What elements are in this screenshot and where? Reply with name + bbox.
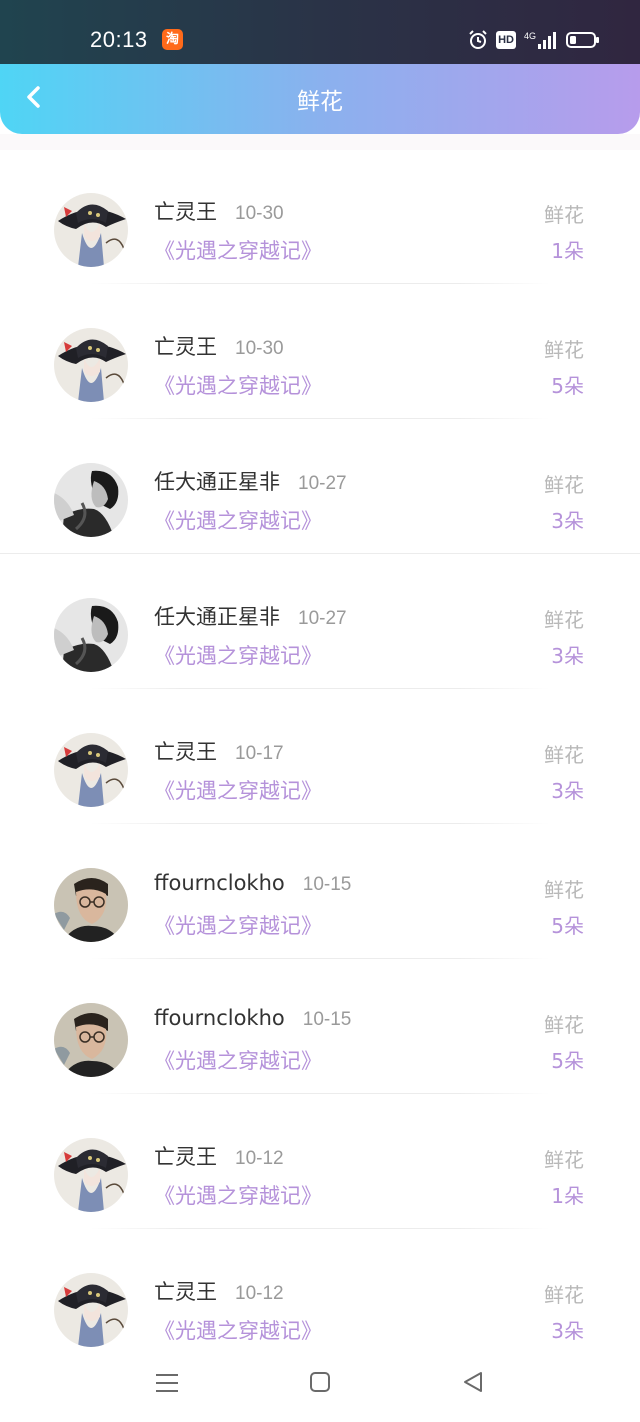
user-name[interactable]: ffournclokho [154, 1006, 285, 1030]
user-name[interactable]: 任大通正星非 [154, 601, 280, 631]
book-title-link[interactable]: 《光遇之穿越记》 [154, 235, 322, 265]
flower-gift-list: 亡灵王 10-30 《光遇之穿越记》 鲜花 1朵 亡灵王 10-30 《光遇之穿越记》 鲜花 5… [0, 149, 640, 1364]
avatar[interactable] [54, 598, 128, 672]
gift-type-label: 鲜花 [544, 338, 584, 362]
book-title-link[interactable]: 《光遇之穿越记》 [154, 1315, 322, 1345]
user-info-line: ffournclokho 10-15 [154, 871, 351, 896]
avatar[interactable] [54, 868, 128, 942]
avatar[interactable] [54, 328, 128, 402]
gift-date: 10-17 [235, 743, 284, 764]
gift-date: 10-30 [235, 338, 284, 359]
user-name[interactable]: ffournclokho [154, 871, 285, 895]
user-info-line: 亡灵王 10-30 [154, 331, 284, 361]
user-name[interactable]: 任大通正星非 [154, 466, 280, 496]
menu-icon[interactable] [155, 1371, 179, 1395]
list-item[interactable]: 任大通正星非 10-27 《光遇之穿越记》 鲜花 3朵 [0, 419, 640, 554]
user-info-line: 任大通正星非 10-27 [154, 466, 347, 496]
battery-icon [566, 32, 599, 48]
hd-icon: HD [496, 31, 516, 49]
alarm-icon [469, 30, 487, 49]
user-name[interactable]: 亡灵王 [154, 1141, 217, 1171]
user-name[interactable]: 亡灵王 [154, 331, 217, 361]
user-info-line: ffournclokho 10-15 [154, 1006, 351, 1031]
system-nav-bar [0, 1355, 640, 1422]
header-bar: 鲜花 [0, 64, 640, 134]
gift-type-label: 鲜花 [544, 1148, 584, 1172]
gift-count: 1朵 [551, 239, 584, 263]
gift-count: 5朵 [551, 914, 584, 938]
list-item[interactable]: ffournclokho 10-15 《光遇之穿越记》 鲜花 5朵 [0, 959, 640, 1094]
user-name[interactable]: 亡灵王 [154, 1276, 217, 1306]
page-title: 鲜花 [297, 89, 343, 115]
gift-type-label: 鲜花 [544, 1283, 584, 1307]
user-info-line: 亡灵王 10-12 [154, 1141, 284, 1171]
list-item[interactable]: 亡灵王 10-17 《光遇之穿越记》 鲜花 3朵 [0, 689, 640, 824]
list-item[interactable]: 亡灵王 10-12 《光遇之穿越记》 鲜花 3朵 [0, 1229, 640, 1364]
book-title-link[interactable]: 《光遇之穿越记》 [154, 1045, 322, 1075]
list-item[interactable]: 亡灵王 10-12 《光遇之穿越记》 鲜花 1朵 [0, 1094, 640, 1229]
user-name[interactable]: 亡灵王 [154, 736, 217, 766]
book-title-link[interactable]: 《光遇之穿越记》 [154, 1180, 322, 1210]
user-info-line: 亡灵王 10-30 [154, 196, 284, 226]
book-title-link[interactable]: 《光遇之穿越记》 [154, 370, 322, 400]
status-time: 20:13 [90, 27, 148, 52]
gift-count: 3朵 [551, 644, 584, 668]
gift-type-label: 鲜花 [544, 878, 584, 902]
gift-type-label: 鲜花 [544, 473, 584, 497]
list-item[interactable]: 亡灵王 10-30 《光遇之穿越记》 鲜花 1朵 [0, 149, 640, 284]
book-title-link[interactable]: 《光遇之穿越记》 [154, 505, 322, 535]
user-name[interactable]: 亡灵王 [154, 196, 217, 226]
gift-count: 3朵 [551, 1319, 584, 1343]
user-info-line: 亡灵王 10-17 [154, 736, 284, 766]
user-info-line: 任大通正星非 10-27 [154, 601, 347, 631]
gift-count: 5朵 [551, 1049, 584, 1073]
list-item[interactable]: 亡灵王 10-30 《光遇之穿越记》 鲜花 5朵 [0, 284, 640, 419]
book-title-link[interactable]: 《光遇之穿越记》 [154, 775, 322, 805]
gift-date: 10-12 [235, 1283, 284, 1304]
avatar[interactable] [54, 1138, 128, 1212]
taobao-icon: 淘 [162, 29, 183, 50]
back-triangle-icon[interactable] [461, 1370, 485, 1394]
gift-date: 10-27 [298, 473, 347, 494]
list-item[interactable]: 任大通正星非 10-27 《光遇之穿越记》 鲜花 3朵 [0, 554, 640, 689]
avatar[interactable] [54, 193, 128, 267]
user-info-line: 亡灵王 10-12 [154, 1276, 284, 1306]
avatar[interactable] [54, 463, 128, 537]
gift-count: 5朵 [551, 374, 584, 398]
avatar[interactable] [54, 1003, 128, 1077]
gift-date: 10-12 [235, 1148, 284, 1169]
book-title-link[interactable]: 《光遇之穿越记》 [154, 910, 322, 940]
gift-count: 1朵 [551, 1184, 584, 1208]
gift-type-label: 鲜花 [544, 608, 584, 632]
avatar[interactable] [54, 733, 128, 807]
avatar[interactable] [54, 1273, 128, 1347]
gift-date: 10-30 [235, 203, 284, 224]
gift-count: 3朵 [551, 509, 584, 533]
gift-type-label: 鲜花 [544, 203, 584, 227]
status-bar: 20:13 淘 HD 4G [0, 0, 640, 66]
book-title-link[interactable]: 《光遇之穿越记》 [154, 640, 322, 670]
gift-count: 3朵 [551, 779, 584, 803]
gift-date: 10-15 [302, 1009, 352, 1030]
list-top-spacer [0, 134, 640, 150]
home-icon[interactable] [309, 1371, 331, 1393]
signal-icon: 4G [524, 31, 556, 49]
gift-date: 10-27 [298, 608, 347, 629]
list-item[interactable]: ffournclokho 10-15 《光遇之穿越记》 鲜花 5朵 [0, 824, 640, 959]
gift-type-label: 鲜花 [544, 1013, 584, 1037]
network-label: 4G [524, 31, 536, 41]
gift-date: 10-15 [302, 874, 352, 895]
gift-type-label: 鲜花 [544, 743, 584, 767]
status-icons: HD 4G [468, 28, 600, 52]
